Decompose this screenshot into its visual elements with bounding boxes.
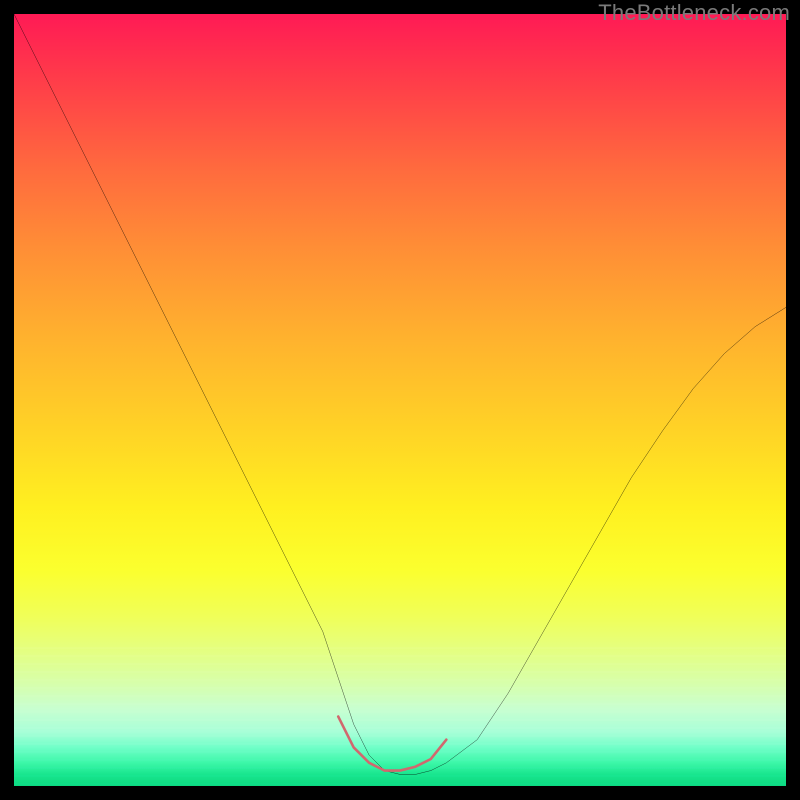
bottleneck-curve — [14, 14, 786, 774]
curve-layer — [14, 14, 786, 786]
highlight-notch — [338, 717, 446, 771]
plot-area — [14, 14, 786, 786]
watermark-text: TheBottleneck.com — [598, 0, 790, 26]
